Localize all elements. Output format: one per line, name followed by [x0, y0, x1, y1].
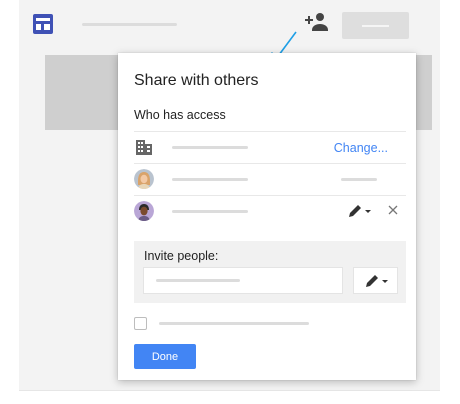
invite-people-input[interactable]: [143, 267, 343, 294]
forms-logo-icon[interactable]: [33, 14, 53, 34]
done-button[interactable]: Done: [134, 344, 196, 369]
domain-name-placeholder: [172, 146, 248, 149]
dialog-title: Share with others: [134, 72, 259, 89]
avatar-woman: [134, 169, 154, 189]
notify-checkbox[interactable]: [134, 317, 147, 330]
access-row-owner: [134, 163, 406, 196]
invite-permission-dropdown[interactable]: [353, 267, 398, 294]
permission-pencil-dropdown[interactable]: [347, 203, 373, 219]
pencil-icon: [366, 275, 388, 287]
owner-name-placeholder: [172, 178, 248, 181]
checkbox-label-placeholder: [159, 322, 309, 325]
send-button[interactable]: [342, 12, 409, 39]
access-row-editor: [134, 195, 406, 228]
document-title-placeholder: [82, 23, 177, 26]
building-icon: [136, 140, 152, 155]
access-row-domain: Change...: [134, 131, 406, 164]
editor-name-placeholder: [172, 210, 248, 213]
invite-people-panel: Invite people:: [134, 241, 406, 303]
change-link[interactable]: Change...: [334, 141, 388, 155]
who-has-access-heading: Who has access: [134, 108, 226, 122]
close-icon[interactable]: [386, 203, 400, 217]
avatar-man: [134, 201, 154, 221]
share-dialog: Share with others Who has access Change.…: [118, 53, 416, 380]
owner-role-placeholder: [341, 178, 377, 181]
invite-people-label: Invite people:: [144, 249, 219, 263]
